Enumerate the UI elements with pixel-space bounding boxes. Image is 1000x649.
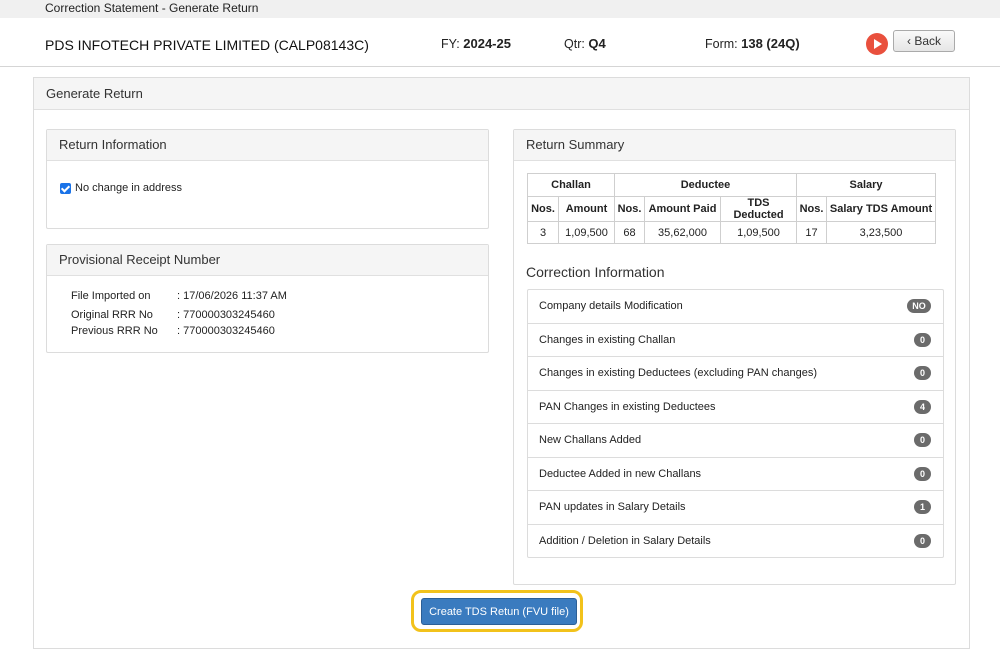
window-title: Correction Statement - Generate Return (0, 0, 1000, 18)
salary-tds-amount-value: 3,23,500 (826, 221, 936, 244)
list-item: Company details Modification NO (528, 290, 943, 324)
fy-label: FY: (441, 37, 460, 51)
correction-list: Company details Modification NO Changes i… (527, 289, 944, 558)
chevron-left-icon: ‹ (906, 34, 911, 48)
no-change-address-checkbox[interactable] (60, 183, 71, 194)
back-button-label: Back (914, 34, 942, 48)
salary-group-header: Salary (796, 173, 936, 197)
count-badge: 0 (914, 466, 931, 481)
count-badge: 0 (914, 533, 931, 548)
col-deductee-nos: Nos. (614, 196, 645, 222)
fy-info: FY: 2024-25 (441, 36, 511, 51)
back-button[interactable]: ‹ Back (893, 30, 955, 52)
count-badge: 0 (914, 366, 931, 380)
count-badge: 1 (914, 500, 931, 514)
col-salary-tds-amount: Salary TDS Amount (826, 196, 936, 222)
return-information-title: Return Information (47, 130, 488, 161)
file-imported-value: : 17/06/2026 11:37 AM (177, 290, 287, 302)
generate-return-title: Generate Return (34, 78, 969, 110)
list-item: Addition / Deletion in Salary Details 0 (528, 525, 943, 558)
file-imported-label: File Imported on (71, 290, 151, 302)
count-badge: 0 (914, 433, 931, 447)
list-item: PAN Changes in existing Deductees 4 (528, 391, 943, 424)
qtr-label: Qtr: (564, 37, 585, 51)
tds-deducted-value: 1,09,500 (720, 221, 797, 244)
correction-item-label: Addition / Deletion in Salary Details (539, 534, 711, 547)
challan-amount-value: 1,09,500 (558, 221, 615, 244)
list-item: Changes in existing Challan 0 (528, 324, 943, 357)
form-value: 138 (24Q) (741, 36, 800, 51)
count-badge: 4 (914, 399, 931, 414)
company-name: PDS INFOTECH PRIVATE LIMITED (CALP08143C… (45, 37, 369, 53)
previous-rrr-value: : 770000303245460 (177, 325, 275, 337)
amount-paid-value: 35,62,000 (644, 221, 721, 244)
correction-item-label: Changes in existing Challan (539, 333, 676, 346)
original-rrr-label: Original RRR No (71, 309, 153, 321)
form-info: Form: 138 (24Q) (705, 36, 800, 51)
header-bar: PDS INFOTECH PRIVATE LIMITED (CALP08143C… (0, 18, 1000, 67)
col-salary-nos: Nos. (796, 196, 827, 222)
list-item: Deductee Added in new Challans 0 (528, 458, 943, 491)
correction-item-label: Company details Modification (539, 300, 683, 312)
deductee-group-header: Deductee (614, 173, 797, 197)
list-item: Changes in existing Deductees (excluding… (528, 357, 943, 391)
correction-item-label: PAN updates in Salary Details (539, 501, 686, 513)
challan-nos-value: 3 (527, 221, 559, 244)
count-badge: NO (907, 299, 931, 313)
qtr-info: Qtr: Q4 (564, 36, 606, 51)
list-item: New Challans Added 0 (528, 424, 943, 458)
qtr-value: Q4 (588, 36, 606, 51)
provisional-receipt-panel: Provisional Receipt Number File Imported… (46, 244, 489, 353)
return-summary-panel: Return Summary Challan Deductee Salary N… (513, 129, 956, 585)
no-change-address-label: No change in address (75, 182, 183, 194)
count-badge: 0 (914, 332, 931, 347)
correction-item-label: Changes in existing Deductees (excluding… (539, 367, 818, 379)
correction-item-label: New Challans Added (539, 434, 642, 446)
fy-value: 2024-25 (463, 36, 511, 51)
return-summary-table: Challan Deductee Salary Nos. Amount Nos.… (527, 173, 936, 244)
salary-nos-value: 17 (796, 221, 827, 244)
list-item: PAN updates in Salary Details 1 (528, 491, 943, 525)
play-video-icon[interactable] (866, 33, 888, 55)
return-information-panel: Return Information No change in address (46, 129, 489, 229)
original-rrr-value: : 770000303245460 (177, 309, 275, 321)
col-tds-deducted: TDS Deducted (720, 196, 797, 222)
correction-item-label: Deductee Added in new Challans (539, 467, 702, 480)
col-challan-amount: Amount (558, 196, 615, 222)
previous-rrr-label: Previous RRR No (71, 325, 158, 337)
provisional-receipt-title: Provisional Receipt Number (47, 245, 488, 276)
deductee-nos-value: 68 (614, 221, 645, 244)
create-tds-return-button[interactable]: Create TDS Retun (FVU file) (421, 598, 577, 625)
form-label: Form: (705, 37, 738, 51)
col-challan-nos: Nos. (527, 196, 559, 222)
correction-item-label: PAN Changes in existing Deductees (539, 400, 716, 413)
col-amount-paid: Amount Paid (644, 196, 721, 222)
return-summary-title: Return Summary (514, 130, 955, 161)
correction-information-title: Correction Information (526, 264, 665, 280)
challan-group-header: Challan (527, 173, 615, 197)
